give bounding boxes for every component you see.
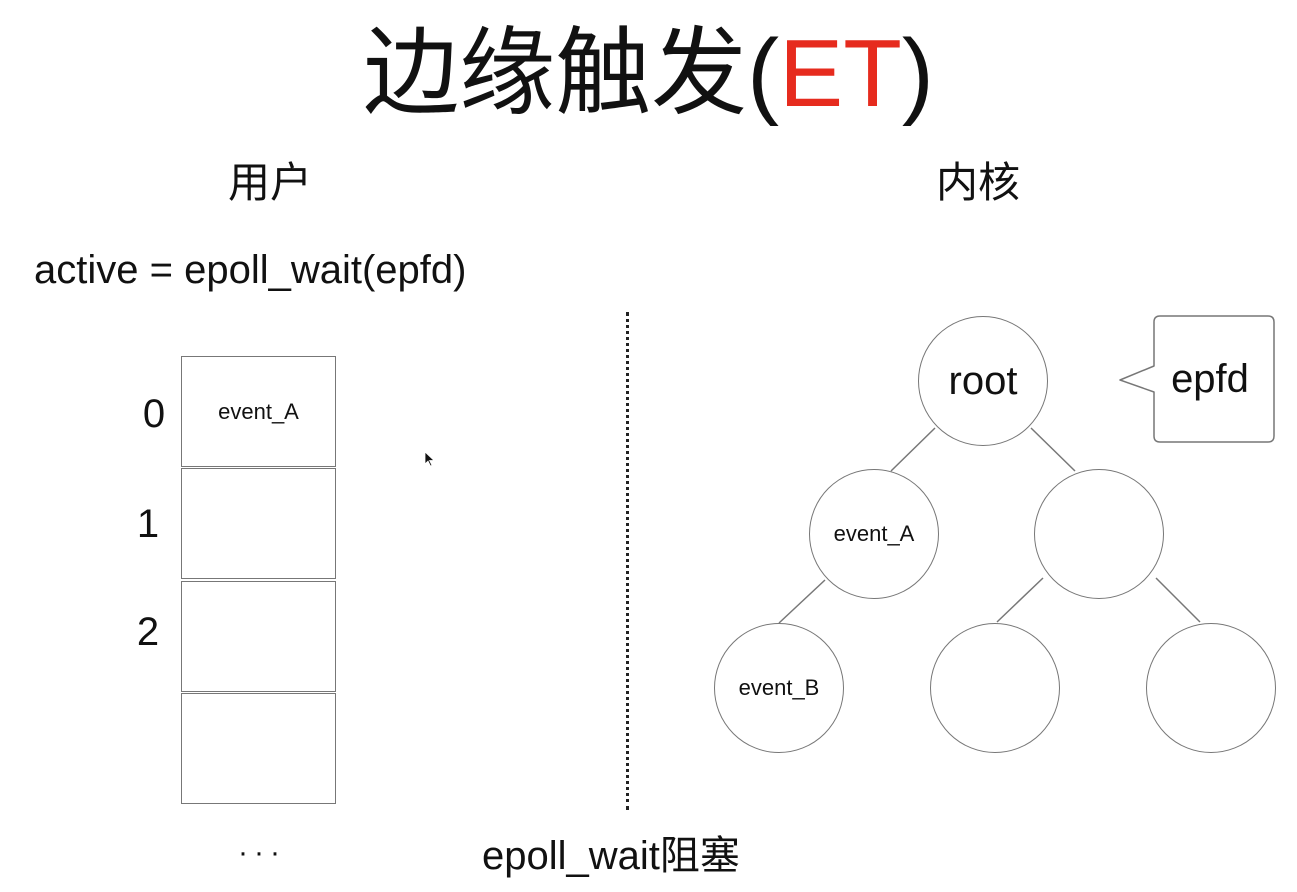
epoll-wait-call: active = epoll_wait(epfd) [34, 248, 467, 292]
tree-node-label: root [948, 358, 1018, 403]
edge-left-left [778, 579, 826, 624]
tree-node-label: event_A [833, 521, 915, 546]
tree-node-right [1034, 469, 1164, 599]
array-slot-2 [181, 581, 336, 692]
title-main: 边缘触发( [363, 20, 780, 127]
title-close: ) [901, 20, 934, 127]
tree-node-label: event_B [738, 675, 820, 700]
tree-node-left: event_A [809, 469, 939, 599]
user-section-label: 用户 [228, 159, 313, 206]
array-index-0: 0 [142, 392, 166, 436]
array-slot-0: event_A [181, 356, 336, 467]
tree-node-right-left [930, 623, 1060, 753]
array-index-2: 2 [136, 610, 160, 654]
page-title: 边缘触发(ET) [0, 14, 1297, 134]
array-slot-1 [181, 468, 336, 579]
edge-right-right [1155, 577, 1201, 623]
mouse-cursor-icon [424, 451, 436, 467]
kernel-section-label: 内核 [936, 159, 1021, 206]
edge-right-left [996, 577, 1044, 623]
array-ellipsis: ··· [238, 836, 286, 869]
edge-root-right [1030, 427, 1076, 472]
tree-node-root: root [918, 316, 1048, 446]
epfd-callout-label: epfd [1171, 356, 1249, 401]
array-index-1: 1 [136, 502, 160, 546]
array-slot-label: event_A [218, 398, 299, 424]
user-kernel-divider [626, 312, 629, 810]
tree-node-right-right [1146, 623, 1276, 753]
blocking-caption: epoll_wait阻塞 [482, 834, 740, 878]
title-accent: ET [779, 20, 902, 127]
tree-node-left-left: event_B [714, 623, 844, 753]
edge-root-left [890, 427, 936, 472]
array-slot-3 [181, 693, 336, 804]
